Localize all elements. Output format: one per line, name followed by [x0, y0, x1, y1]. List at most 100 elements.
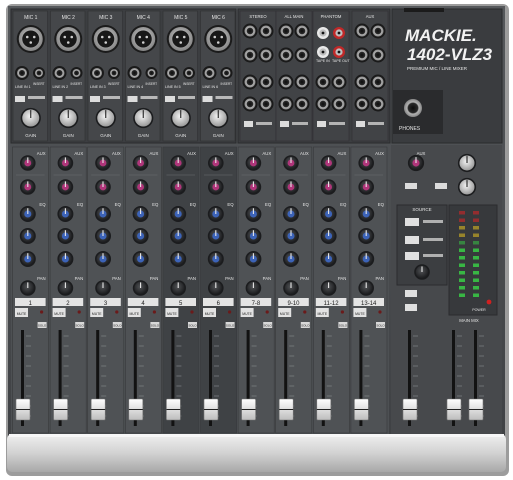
xlr-mic-input[interactable] [204, 25, 233, 53]
line-input-jack[interactable] [202, 66, 217, 80]
source-select-button[interactable] [405, 218, 419, 226]
channel-fader-cap[interactable] [166, 398, 181, 421]
gain-knob[interactable] [58, 107, 79, 129]
stereo-switch[interactable] [280, 121, 289, 127]
stereo-line-jack[interactable] [258, 47, 274, 63]
aux-2-knob[interactable] [358, 179, 375, 195]
eq-low-knob[interactable] [57, 251, 74, 267]
aux-1-knob[interactable] [170, 155, 186, 171]
aux-2-knob[interactable] [245, 179, 262, 195]
low-cut-switch[interactable] [52, 96, 63, 102]
stereo-line-jack[interactable] [258, 23, 274, 39]
gain-knob[interactable] [95, 107, 116, 129]
stereo-line-jack[interactable] [331, 74, 347, 90]
rca-tape-jack[interactable] [317, 46, 329, 58]
eq-high-knob[interactable] [170, 206, 187, 222]
aux-1-knob[interactable] [208, 155, 224, 171]
eq-high-knob[interactable] [320, 206, 337, 222]
stereo-line-jack[interactable] [370, 74, 386, 90]
eq-low-knob[interactable] [245, 251, 262, 267]
eq-high-knob[interactable] [57, 206, 74, 222]
line-input-jack[interactable] [52, 66, 67, 80]
stereo-line-jack[interactable] [294, 96, 310, 112]
rca-tape-jack[interactable] [333, 46, 345, 58]
aux-1-knob[interactable] [358, 155, 375, 171]
stereo-line-jack[interactable] [258, 96, 274, 112]
line-input-jack[interactable] [127, 66, 142, 80]
low-cut-switch[interactable] [90, 96, 100, 102]
phones-level-knob[interactable] [414, 264, 430, 280]
insert-jack[interactable] [145, 67, 158, 79]
stereo-line-jack[interactable] [370, 47, 386, 63]
stereo-line-jack[interactable] [258, 74, 274, 90]
eq-mid-knob[interactable] [132, 228, 149, 244]
xlr-mic-input[interactable] [16, 25, 45, 53]
main-mix-left-fader-cap[interactable] [446, 398, 462, 421]
eq-mid-knob[interactable] [207, 228, 224, 244]
aux-1-knob[interactable] [95, 155, 111, 171]
insert-jack[interactable] [33, 67, 45, 79]
insert-jack[interactable] [108, 67, 120, 79]
channel-fader-cap[interactable] [203, 398, 219, 421]
stereo-line-jack[interactable] [315, 74, 331, 90]
aux-2-knob[interactable] [132, 179, 149, 195]
eq-low-knob[interactable] [207, 251, 224, 267]
stereo-line-jack[interactable] [278, 47, 294, 63]
line-input-jack[interactable] [15, 66, 29, 80]
stereo-line-jack[interactable] [354, 74, 370, 90]
stereo-line-jack[interactable] [354, 47, 370, 63]
stereo-line-jack[interactable] [242, 23, 258, 39]
eq-mid-knob[interactable] [283, 228, 299, 244]
aux-2-knob[interactable] [320, 179, 337, 195]
stereo-line-jack[interactable] [315, 96, 331, 112]
stereo-line-jack[interactable] [370, 23, 386, 39]
main-mix-right-fader-cap[interactable] [468, 398, 484, 421]
gain-knob[interactable] [20, 107, 41, 129]
source-select-button[interactable] [405, 236, 419, 244]
eq-mid-knob[interactable] [320, 228, 337, 244]
aux-switch[interactable] [405, 183, 417, 189]
stereo-line-jack[interactable] [242, 47, 258, 63]
eq-mid-knob[interactable] [245, 228, 262, 244]
stereo-line-jack[interactable] [294, 23, 310, 39]
source-select-button[interactable] [405, 252, 419, 260]
stereo-line-jack[interactable] [294, 74, 310, 90]
pan-knob[interactable] [57, 280, 74, 296]
pan-knob[interactable] [358, 280, 375, 296]
insert-jack[interactable] [220, 67, 233, 79]
channel-fader-cap[interactable] [90, 398, 106, 421]
aux-switch[interactable] [435, 183, 447, 189]
eq-high-knob[interactable] [19, 206, 36, 222]
stereo-switch[interactable] [356, 121, 365, 127]
eq-low-knob[interactable] [170, 251, 187, 267]
eq-low-knob[interactable] [95, 251, 111, 267]
eq-mid-knob[interactable] [358, 228, 375, 244]
pan-knob[interactable] [95, 280, 111, 296]
eq-high-knob[interactable] [207, 206, 224, 222]
eq-mid-knob[interactable] [170, 228, 187, 244]
pan-knob[interactable] [208, 280, 224, 296]
assign-button[interactable] [405, 304, 417, 311]
eq-high-knob[interactable] [95, 206, 111, 222]
low-cut-switch[interactable] [127, 96, 138, 102]
channel-fader-cap[interactable] [316, 398, 332, 421]
eq-low-knob[interactable] [132, 251, 149, 267]
stereo-line-jack[interactable] [294, 47, 310, 63]
stereo-switch[interactable] [244, 121, 253, 127]
aux-2-knob[interactable] [283, 179, 299, 195]
gain-knob[interactable] [170, 107, 191, 129]
stereo-line-jack[interactable] [278, 96, 294, 112]
eq-low-knob[interactable] [358, 251, 375, 267]
rca-tape-jack[interactable] [317, 27, 329, 39]
xlr-mic-input[interactable] [129, 25, 158, 53]
insert-jack[interactable] [183, 67, 195, 79]
low-cut-switch[interactable] [165, 96, 175, 102]
phones-jack[interactable] [404, 99, 422, 117]
eq-mid-knob[interactable] [19, 228, 36, 244]
eq-mid-knob[interactable] [57, 228, 74, 244]
assign-button[interactable] [405, 290, 417, 297]
eq-high-knob[interactable] [245, 206, 262, 222]
aux-1-knob[interactable] [245, 155, 262, 171]
line-input-jack[interactable] [165, 66, 179, 80]
aux-1-knob[interactable] [20, 155, 36, 171]
